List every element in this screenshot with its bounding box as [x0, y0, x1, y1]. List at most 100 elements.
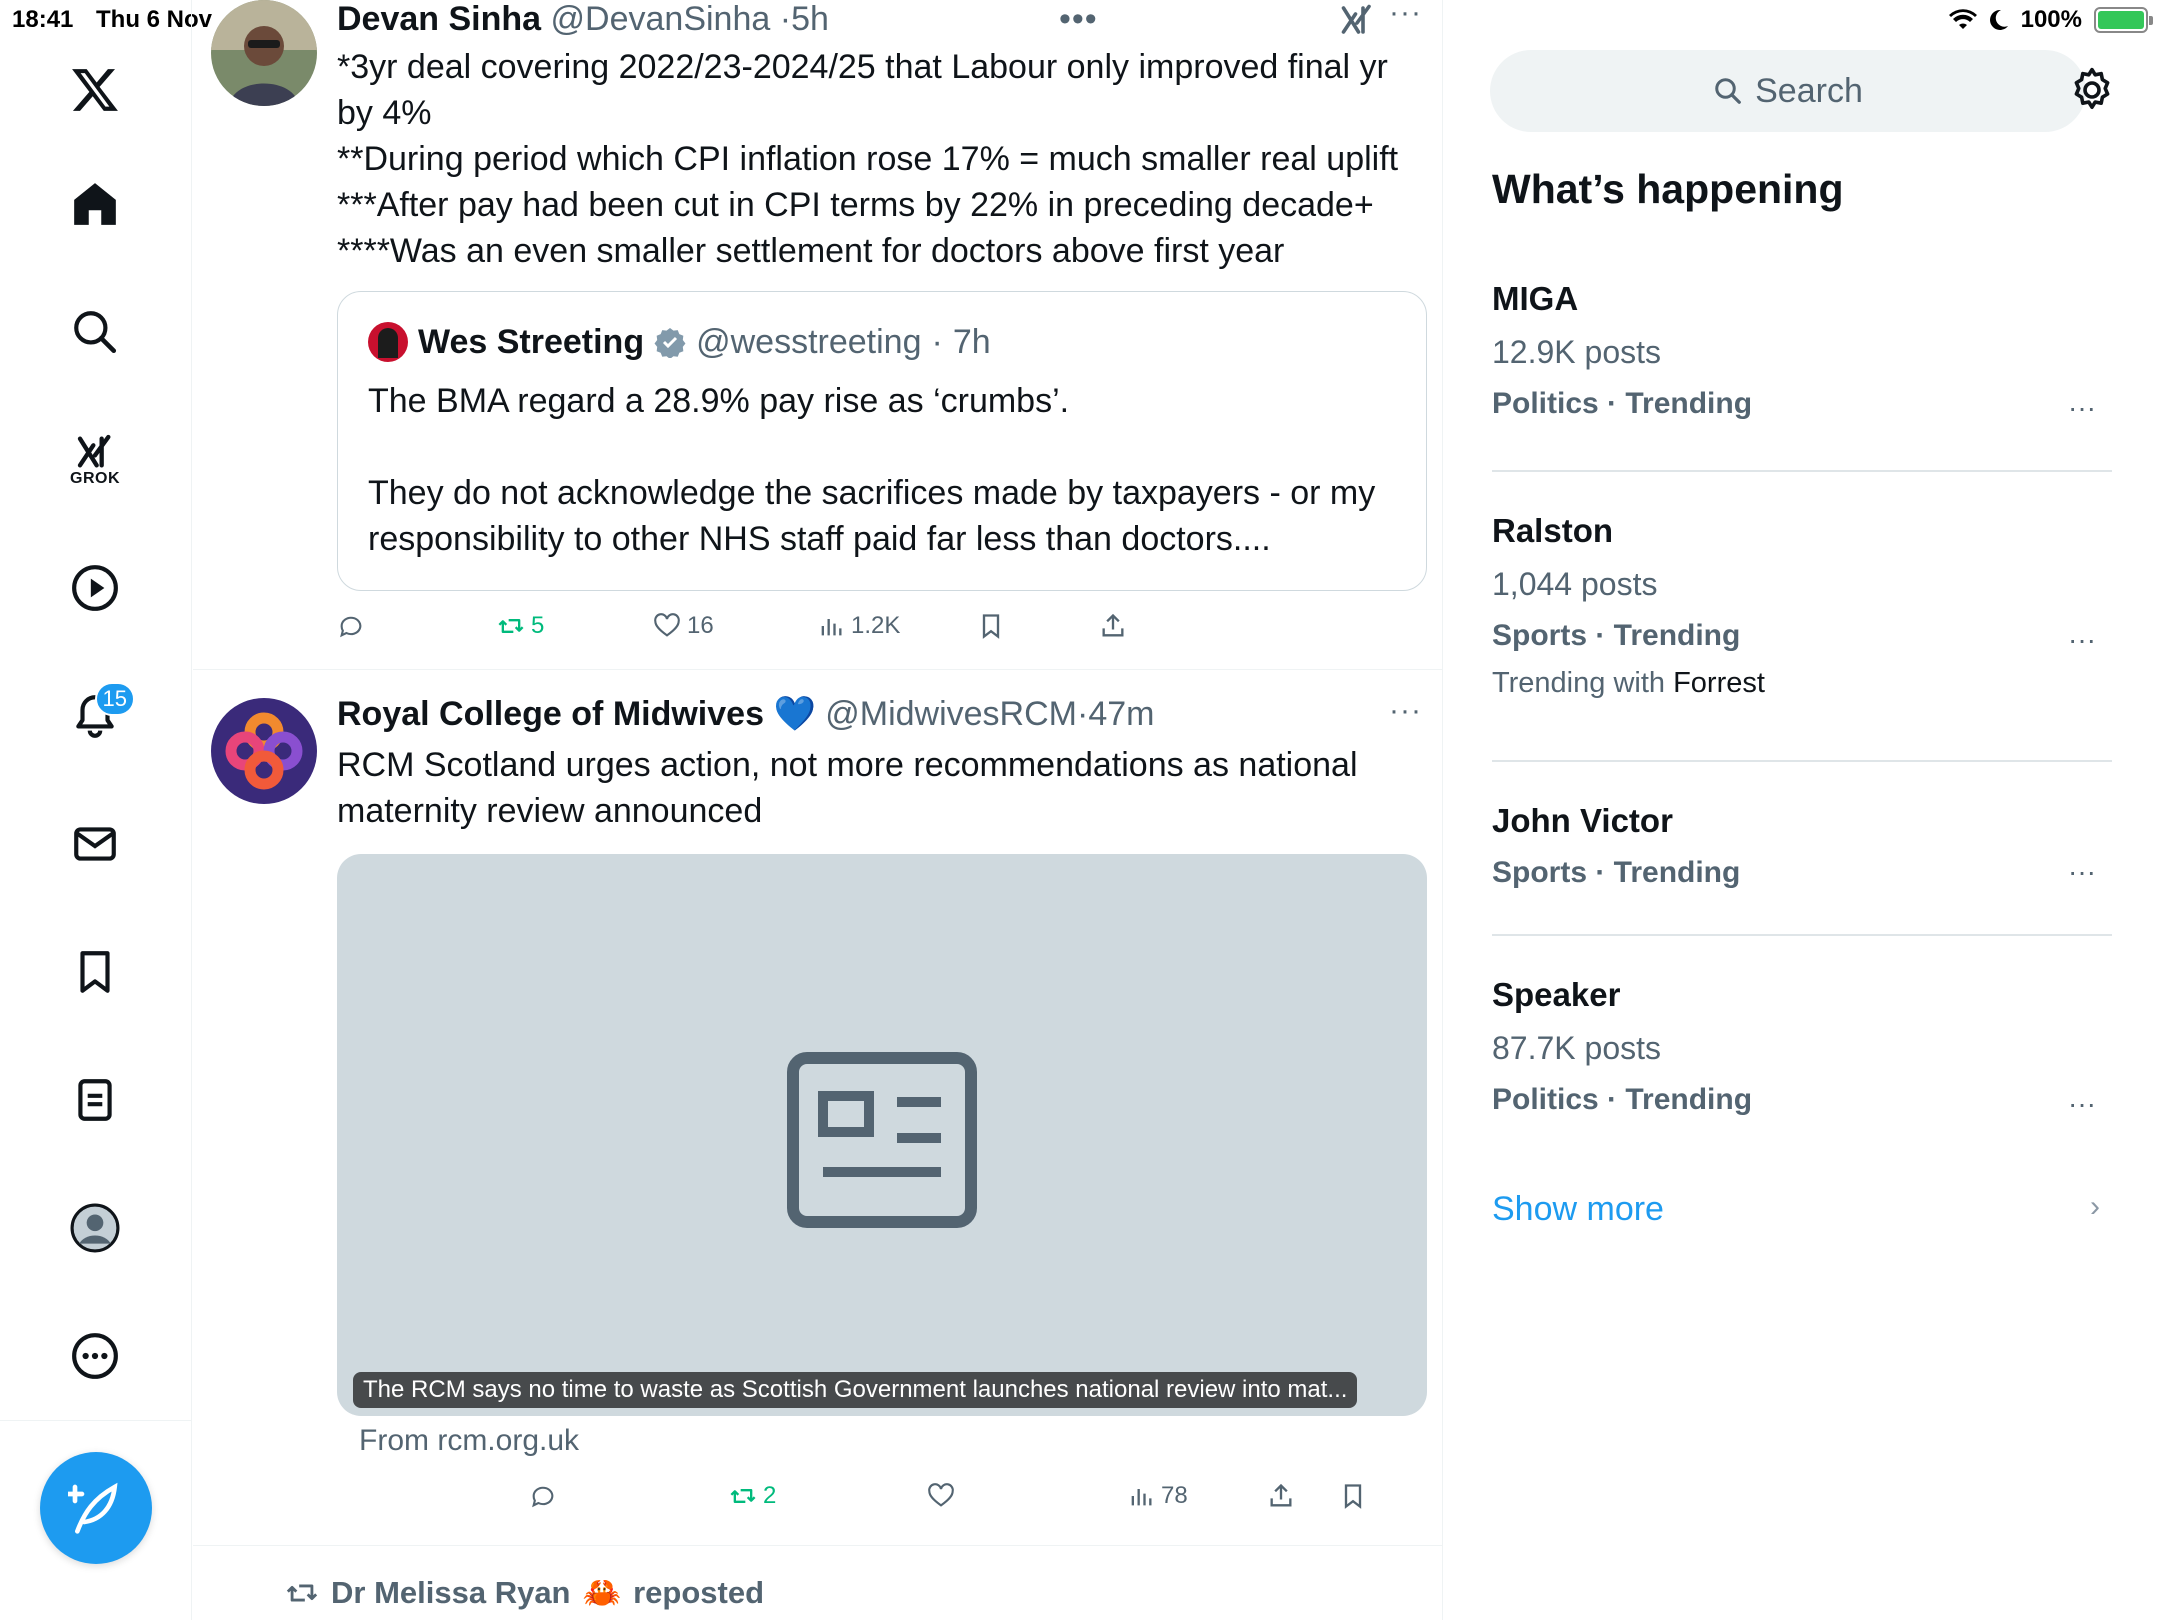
meta-separator: ·	[931, 322, 943, 361]
trend-name: MIGA	[1492, 280, 1579, 317]
quote-author-handle: @wesstreeting	[696, 322, 922, 361]
author-handle[interactable]: @DevanSinha	[551, 0, 771, 38]
quote-text-line: The BMA regard a 28.9% pay rise as ‘crum…	[368, 382, 1070, 420]
trend-more-icon[interactable]: ···	[2068, 624, 2096, 656]
nav-lists[interactable]	[55, 1060, 135, 1140]
share-icon	[1102, 613, 1124, 637]
views-button[interactable]: 1.2K	[817, 606, 900, 646]
bookmark-icon	[982, 614, 1000, 639]
reply-icon	[340, 616, 362, 638]
trend-divider	[1492, 934, 2112, 936]
trend-item[interactable]: John Victor Sports · Trending ···	[1492, 802, 2112, 890]
like-button[interactable]	[927, 1476, 955, 1516]
crab-emoji: 🦀	[582, 1575, 622, 1610]
right-sidebar: Search What’s happening MIGA 12.9K posts…	[1444, 0, 2160, 1620]
link-card-source[interactable]: From rcm.org.uk	[359, 1424, 579, 1458]
search-input[interactable]: Search	[1490, 50, 2086, 132]
trend-more-icon[interactable]: ···	[2068, 392, 2096, 424]
nav-more[interactable]	[55, 1316, 135, 1396]
trend-item[interactable]: Ralston 1,044 posts Sports · Trending Tr…	[1492, 512, 2112, 700]
reply-button[interactable]	[337, 606, 365, 646]
rcm-logo-icon	[211, 698, 317, 804]
author-name[interactable]: Royal College of Midwives	[337, 695, 764, 733]
avatar[interactable]	[211, 0, 317, 106]
bookmark-icon	[80, 951, 110, 993]
tweet-text-line: maternity review announced	[337, 792, 763, 830]
link-card-image[interactable]: The RCM says no time to waste as Scottis…	[337, 854, 1427, 1416]
quote-author-name: Wes Streeting	[418, 322, 645, 361]
bookmark-icon	[1344, 1484, 1362, 1509]
quote-text: The BMA regard a 28.9% pay rise as ‘crum…	[368, 378, 1408, 562]
nav-notifications[interactable]: 15	[55, 676, 135, 756]
more-options-icon[interactable]: ···	[1389, 0, 1422, 30]
views-chart-icon	[1131, 1489, 1152, 1506]
more-options-icon[interactable]: ···	[1389, 694, 1422, 728]
views-count: 78	[1161, 1482, 1188, 1509]
verified-badge-icon	[654, 328, 686, 358]
nav-video[interactable]	[55, 548, 135, 628]
trend-item[interactable]: MIGA 12.9K posts Politics · Trending ···	[1492, 280, 2112, 424]
compose-feather-icon	[68, 1482, 118, 1534]
trending-with-prefix: Trending with	[1492, 667, 1666, 699]
tweet-time[interactable]: 5h	[791, 0, 829, 38]
tweet-text-line: by 4%	[337, 94, 432, 132]
tweet-text: RCM Scotland urges action, not more reco…	[337, 742, 1427, 834]
trend-more-icon[interactable]: ···	[2068, 1088, 2096, 1120]
user-photo-icon	[211, 0, 317, 106]
reply-icon	[532, 1486, 554, 1508]
bookmark-button[interactable]	[977, 606, 1005, 646]
repost-icon	[498, 619, 524, 633]
share-button[interactable]	[1099, 606, 1127, 646]
quote-time: 7h	[952, 322, 991, 361]
bookmark-button[interactable]	[1339, 1476, 1367, 1516]
home-icon	[74, 183, 116, 225]
trend-more-icon[interactable]: ···	[2068, 856, 2096, 888]
author-handle[interactable]: @MidwivesRCM	[825, 695, 1077, 733]
nav-explore[interactable]	[55, 292, 135, 372]
quote-avatar	[368, 322, 408, 362]
trend-item[interactable]: Speaker 87.7K posts Politics · Trending …	[1492, 976, 2112, 1120]
trending-with-name[interactable]: Forrest	[1673, 667, 1765, 699]
trend-category: Sports · Trending	[1492, 856, 1741, 889]
repost-button[interactable]: 2	[729, 1476, 776, 1516]
tweet-text: *3yr deal covering 2022/23-2024/25 that …	[337, 44, 1427, 274]
grok-tweet-icon[interactable]	[1339, 2, 1375, 38]
reply-button[interactable]	[529, 1476, 557, 1516]
tweet[interactable]: Devan Sinha @DevanSinha ·5h ••• ··· *3yr…	[193, 0, 1442, 670]
tweet-time[interactable]: 47m	[1088, 695, 1154, 733]
nav-profile[interactable]	[55, 1188, 135, 1268]
nav-bookmarks[interactable]	[55, 932, 135, 1012]
repost-count: 5	[531, 612, 545, 639]
avatar[interactable]	[211, 698, 317, 804]
left-nav: GROK 15	[0, 0, 192, 1620]
quoted-tweet[interactable]: Wes Streeting @wesstreeting · 7h The BMA r…	[337, 291, 1427, 591]
tweet-actions: 5 16 1.2K	[337, 606, 1237, 646]
nav-divider	[0, 1420, 192, 1421]
repost-banner[interactable]: Dr Melissa Ryan 🦀 reposted	[285, 1574, 764, 1611]
compose-button[interactable]	[40, 1452, 152, 1564]
share-icon	[1270, 1483, 1292, 1507]
show-more-link[interactable]: Show more	[1492, 1190, 1664, 1229]
tweet-text-line: *3yr deal covering 2022/23-2024/25 that …	[337, 48, 1388, 86]
nav-home[interactable]	[55, 164, 135, 244]
repost-icon	[730, 1489, 756, 1503]
reposter-name: Dr Melissa Ryan	[331, 1574, 571, 1610]
repost-button[interactable]: 5	[497, 606, 544, 646]
grok-label: GROK	[70, 470, 120, 487]
x-logo[interactable]	[55, 50, 135, 130]
x-logo-icon	[72, 69, 118, 111]
like-button[interactable]: 16	[653, 606, 714, 646]
nav-grok[interactable]: GROK	[55, 420, 135, 500]
views-button[interactable]: 78	[1127, 1476, 1188, 1516]
trend-name: Ralston	[1492, 512, 1614, 549]
tweet-text-line: **During period which CPI inflation rose…	[337, 140, 1399, 178]
search-icon	[74, 311, 117, 354]
settings-gear-icon[interactable]	[2068, 66, 2116, 114]
author-name[interactable]: Devan Sinha	[337, 0, 541, 38]
nav-messages[interactable]	[55, 804, 135, 884]
link-card-title: The RCM says no time to waste as Scottis…	[353, 1372, 1358, 1408]
timeline: Devan Sinha @DevanSinha ·5h ••• ··· *3yr…	[193, 0, 1443, 1620]
trend-divider	[1492, 760, 2112, 762]
chevron-right-icon: ›	[2090, 1190, 2100, 1223]
share-button[interactable]	[1267, 1476, 1295, 1516]
